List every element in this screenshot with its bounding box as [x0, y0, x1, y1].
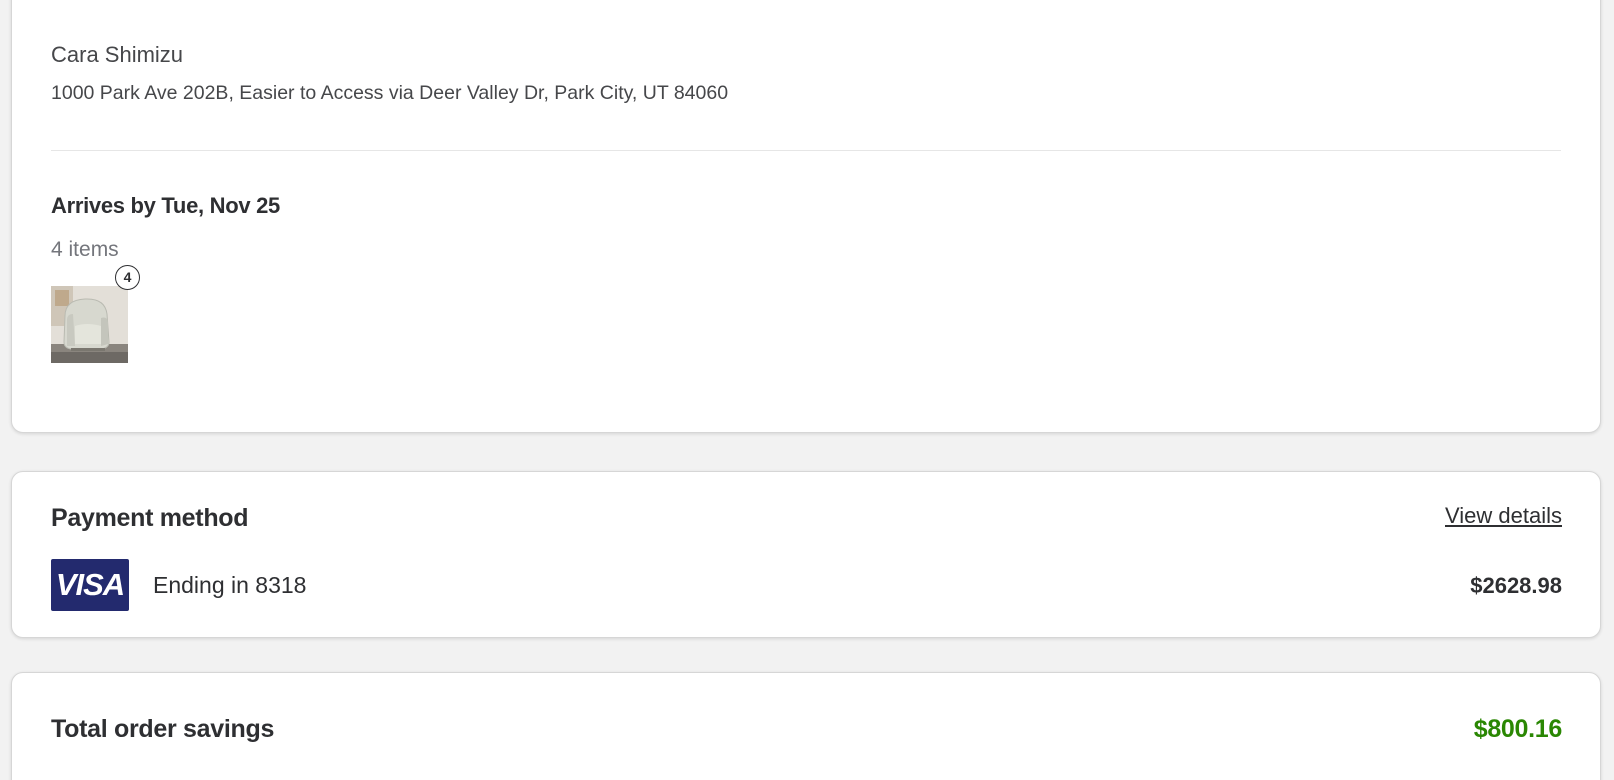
view-details-link[interactable]: View details — [1445, 503, 1562, 529]
visa-card-icon: VISA — [51, 559, 129, 611]
shipping-card: Cara Shimizu 1000 Park Ave 202B, Easier … — [11, 0, 1601, 433]
card-ending-text: Ending in 8318 — [153, 572, 307, 598]
savings-title: Total order savings — [51, 715, 275, 743]
order-details-page: Cara Shimizu 1000 Park Ave 202B, Easier … — [0, 0, 1614, 780]
item-count: 4 items — [51, 238, 119, 261]
item-thumbnail-group[interactable]: 4 — [51, 265, 141, 365]
armchair-image-icon — [51, 286, 128, 363]
payment-method-card: Payment method View details VISA Ending … — [11, 471, 1601, 638]
shipping-address: 1000 Park Ave 202B, Easier to Access via… — [51, 82, 729, 104]
savings-amount: $800.16 — [1473, 715, 1563, 743]
section-divider — [51, 150, 1561, 151]
recipient-name: Cara Shimizu — [51, 42, 184, 67]
order-savings-card: Total order savings $800.16 — [11, 672, 1601, 780]
arrival-date: Arrives by Tue, Nov 25 — [51, 193, 280, 218]
item-thumbnail-image[interactable] — [51, 286, 128, 363]
quantity-badge: 4 — [115, 265, 140, 290]
payment-method-title: Payment method — [51, 504, 249, 532]
payment-amount: $2628.98 — [1470, 573, 1562, 598]
